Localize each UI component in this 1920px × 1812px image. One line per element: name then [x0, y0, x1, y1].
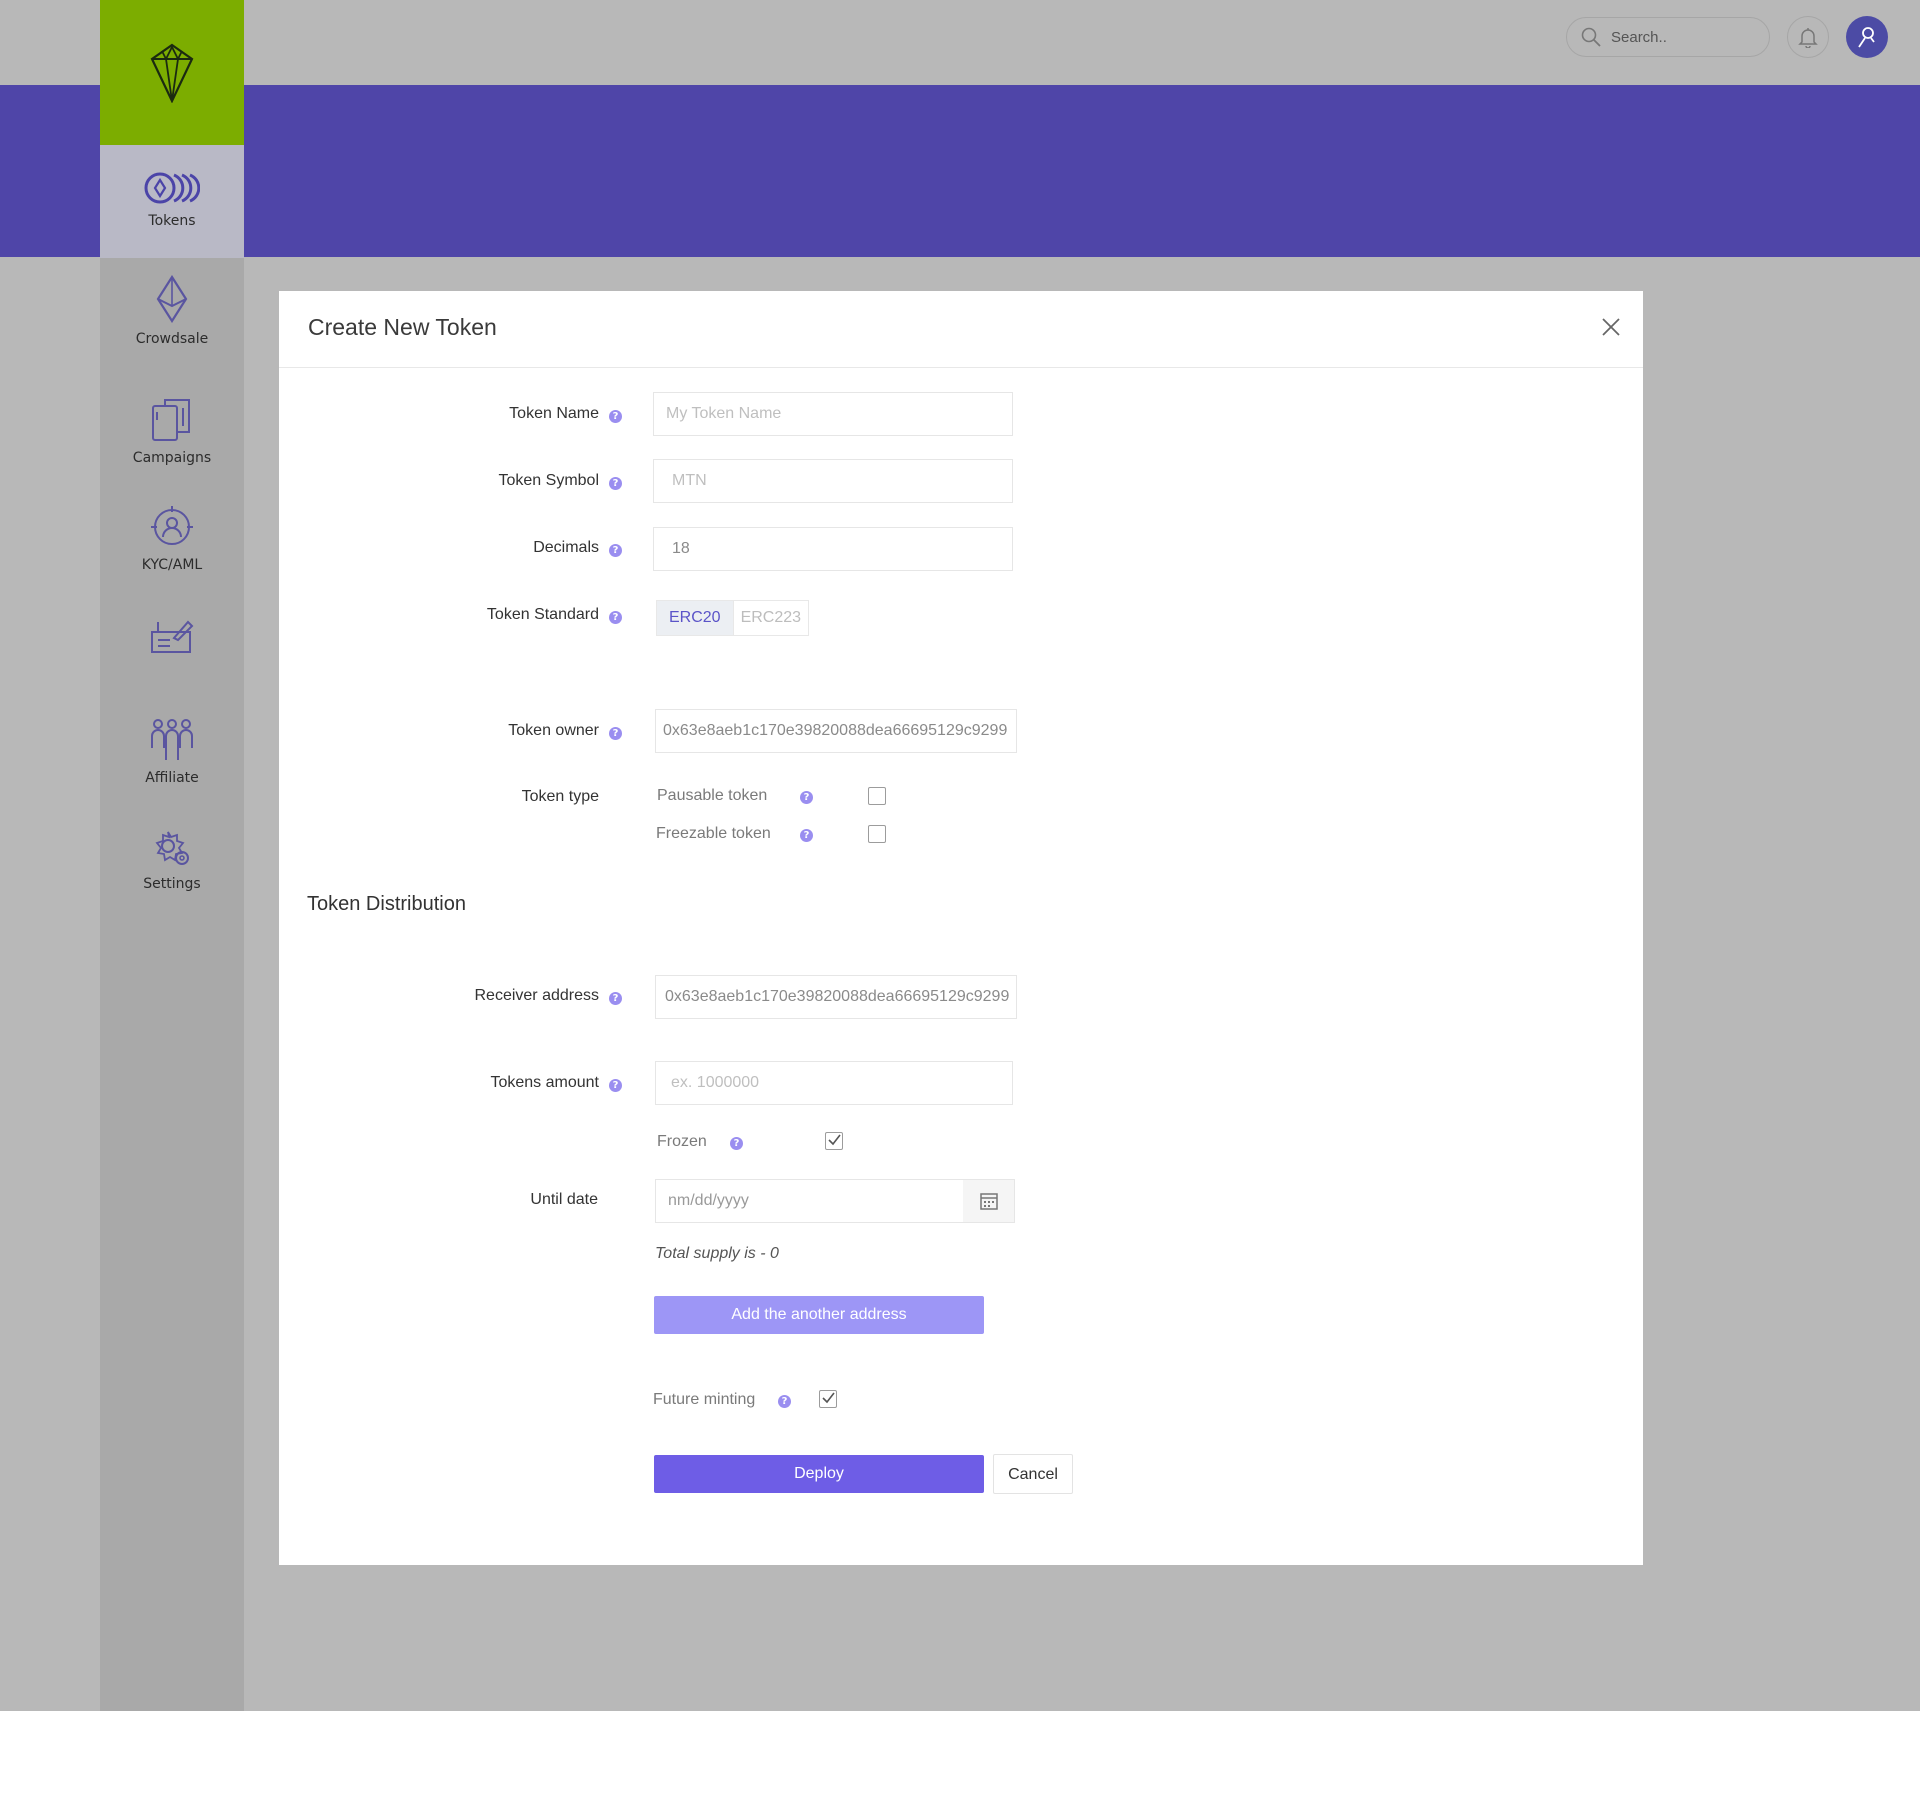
token-symbol-input[interactable]: MTN [653, 459, 1013, 503]
receiver-address-input[interactable]: 0x63e8aeb1c170e39820088dea66695129c9299 [655, 975, 1017, 1019]
close-icon[interactable] [1600, 316, 1622, 338]
sidebar-item-campaigns[interactable]: Campaigns [100, 398, 244, 466]
help-icon[interactable]: ? [609, 727, 622, 740]
calendar-icon [979, 1193, 998, 1210]
diamond-logo-icon [150, 43, 194, 103]
frozen-checkbox[interactable] [825, 1132, 843, 1150]
tokens-amount-label: Tokens amount [490, 1074, 599, 1091]
help-icon[interactable]: ? [609, 1079, 622, 1092]
token-standard-label: Token Standard [486, 606, 599, 623]
reports-icon [151, 620, 194, 653]
help-icon[interactable]: ? [800, 829, 813, 842]
avatar[interactable] [1846, 16, 1888, 58]
token-name-input[interactable]: My Token Name [653, 392, 1013, 436]
sidebar-item-label: Tokens [148, 213, 196, 229]
receiver-address-label: Receiver address [474, 987, 600, 1004]
tokens-amount-input[interactable]: ex. 1000000 [655, 1061, 1013, 1105]
search-box[interactable]: Search.. [1566, 17, 1770, 57]
token-owner-label: Token owner [508, 722, 599, 739]
freezable-token-label: Freezable token [656, 825, 771, 842]
future-minting-label: Future minting [653, 1391, 756, 1408]
campaigns-icon [152, 399, 190, 441]
decimals-label: Decimals [533, 539, 599, 556]
checkmark-icon [822, 1392, 835, 1404]
sidebar-item-settings[interactable]: Settings [100, 830, 244, 892]
calendar-button[interactable] [963, 1179, 1015, 1223]
help-icon[interactable]: ? [800, 791, 813, 804]
checkmark-icon [828, 1134, 841, 1146]
frozen-label: Frozen [657, 1133, 707, 1150]
ethereum-icon [156, 275, 188, 323]
freezable-token-checkbox[interactable] [868, 825, 886, 843]
pausable-token-label: Pausable token [657, 787, 768, 804]
token-name-label: Token Name [509, 405, 599, 422]
add-address-button[interactable]: Add the another address [654, 1296, 984, 1334]
notifications-button[interactable] [1787, 16, 1829, 58]
token-symbol-label: Token Symbol [498, 472, 600, 489]
affiliate-icon [151, 719, 193, 760]
sidebar-item-label: Campaigns [132, 450, 212, 466]
settings-icon [155, 831, 189, 865]
sidebar-item-label: KYC/AML [141, 557, 203, 573]
sidebar-item-label: Affiliate [145, 770, 199, 786]
token-type-label: Token type [521, 788, 599, 805]
help-icon[interactable]: ? [609, 611, 622, 624]
sidebar-item-kyc[interactable]: KYC/AML [100, 505, 244, 573]
modal-header: Create New Token [279, 291, 1643, 368]
sidebar-item-label: Settings [143, 876, 201, 892]
sidebar-item-reports[interactable] [100, 618, 244, 654]
help-icon[interactable]: ? [778, 1395, 791, 1408]
create-token-modal: Create New Token Token Name ? My Token N… [279, 291, 1643, 1565]
decimals-input[interactable]: 18 [653, 527, 1013, 571]
token-distribution-heading: Token Distribution [307, 893, 466, 915]
logo[interactable] [100, 0, 244, 145]
app-frame: Tokens Crowdsale Campaigns KYC/AML Affil… [0, 0, 1920, 1711]
future-minting-checkbox[interactable] [819, 1390, 837, 1408]
modal-title: Create New Token [308, 314, 497, 340]
until-date-label: Until date [530, 1191, 598, 1208]
token-owner-input[interactable]: 0x63e8aeb1c170e39820088dea66695129c9299 [655, 709, 1017, 753]
erc20-option[interactable]: ERC20 [657, 601, 733, 635]
bell-icon [1798, 28, 1818, 48]
help-icon[interactable]: ? [609, 992, 622, 1005]
pausable-token-checkbox[interactable] [868, 787, 886, 805]
header-banner [0, 85, 1920, 257]
kyc-icon [151, 506, 193, 545]
sidebar-item-label: Crowdsale [135, 331, 209, 347]
deploy-button[interactable]: Deploy [654, 1455, 984, 1493]
sidebar-item-crowdsale[interactable]: Crowdsale [100, 275, 244, 347]
search-input[interactable]: Search.. [1611, 29, 1667, 46]
help-icon[interactable]: ? [609, 410, 622, 423]
total-supply-text: Total supply is - 0 [655, 1245, 779, 1262]
token-standard-toggle: ERC20 ERC223 [656, 600, 810, 636]
erc223-option[interactable]: ERC223 [732, 601, 808, 635]
help-icon[interactable]: ? [730, 1137, 743, 1150]
help-icon[interactable]: ? [609, 544, 622, 557]
until-date-input[interactable]: nm/dd/yyyy [655, 1179, 965, 1223]
tokens-icon [144, 172, 200, 204]
cancel-button[interactable]: Cancel [993, 1454, 1073, 1494]
help-icon[interactable]: ? [609, 477, 622, 490]
user-icon [1858, 27, 1875, 48]
sidebar-item-tokens[interactable]: Tokens [100, 145, 244, 258]
search-icon [1581, 27, 1601, 47]
sidebar-item-affiliate[interactable]: Affiliate [100, 718, 244, 786]
